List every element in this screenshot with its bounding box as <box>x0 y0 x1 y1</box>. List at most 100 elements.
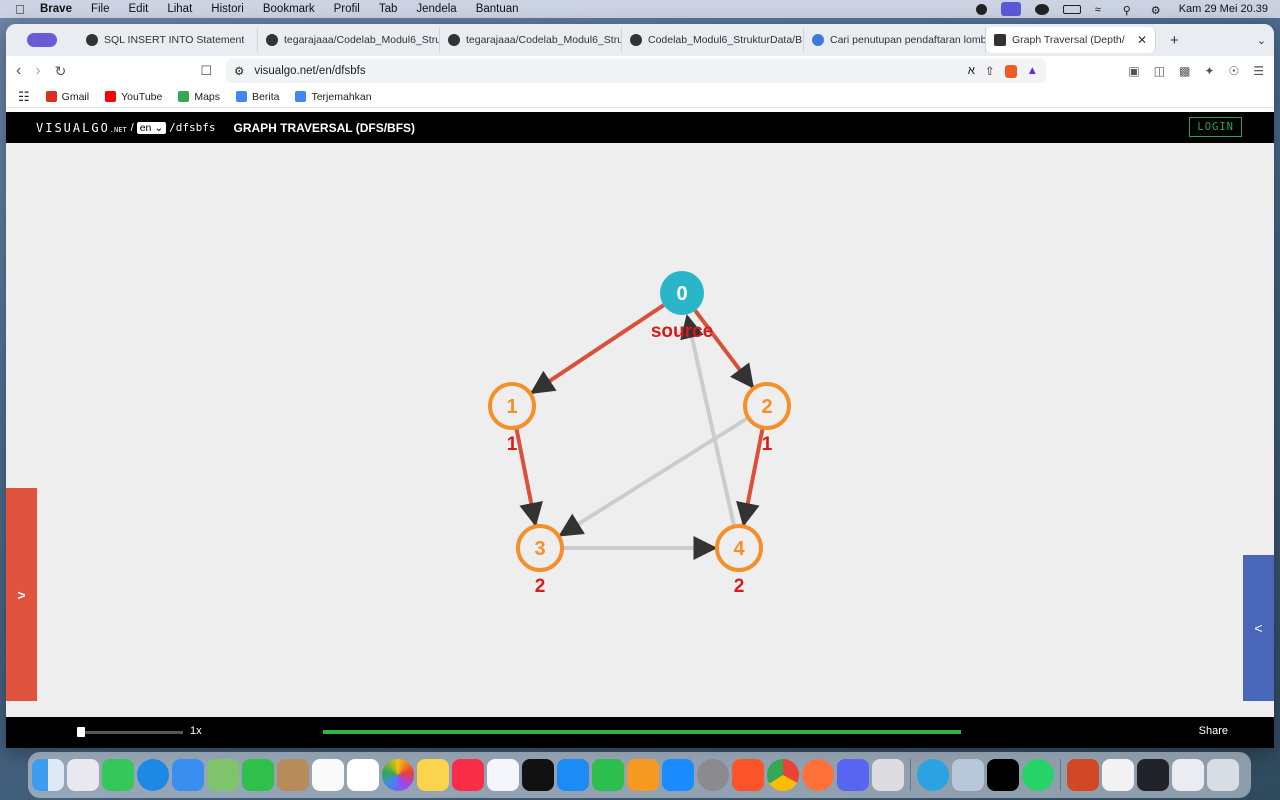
share-page-icon[interactable]: ⇧ <box>985 64 995 78</box>
tab-list-chevron-icon[interactable]: ⌄ <box>1257 34 1266 47</box>
youtube-icon <box>105 91 117 102</box>
bookmark-youtube[interactable]: YouTube <box>105 91 162 103</box>
close-tab-icon[interactable]: ✕ <box>1137 33 1147 47</box>
browser-window: SQL INSERT INTO Statement tegarajaaa/Cod… <box>6 24 1274 748</box>
system-settings-icon[interactable] <box>697 759 729 791</box>
numbers-icon[interactable] <box>592 759 624 791</box>
address-bar[interactable]: ⚙ visualgo.net/en/dfsbfs א ⇧ ▲ <box>226 59 1047 83</box>
language-select[interactable]: en ⌄ <box>136 121 167 134</box>
creative-cloud-icon[interactable] <box>1034 3 1049 15</box>
menu-edit[interactable]: Edit <box>129 3 149 15</box>
screenshot-thumbnail-icon[interactable] <box>1137 759 1169 791</box>
brave-rewards-icon[interactable]: ▲ <box>1027 65 1038 77</box>
firefox-icon[interactable] <box>802 759 834 791</box>
wifi-icon[interactable]: ≈ <box>1095 4 1109 16</box>
sidebar-toggle[interactable] <box>6 33 78 47</box>
telegram-icon[interactable] <box>917 759 949 791</box>
share-button[interactable]: Share <box>1199 725 1228 737</box>
menu-profile[interactable]: Profil <box>334 3 360 15</box>
clock[interactable]: Kam 29 Mei 20.39 <box>1179 3 1268 15</box>
forward-icon[interactable]: › <box>35 62 40 80</box>
finder-icon[interactable] <box>32 759 64 791</box>
tab-label: Graph Traversal (Depth/Bread <box>1012 34 1125 46</box>
menu-help[interactable]: Bantuan <box>476 3 519 15</box>
notes-icon[interactable] <box>417 759 449 791</box>
discord-icon[interactable] <box>837 759 869 791</box>
preview-icon[interactable] <box>952 759 984 791</box>
keynote-icon[interactable] <box>557 759 589 791</box>
tab-5[interactable]: Cari penutupan pendaftaran lomb <box>804 28 986 52</box>
battery-icon[interactable] <box>1062 4 1081 14</box>
tab-4[interactable]: Codelab_Modul6_StrukturData/B <box>622 28 804 52</box>
animation-progress[interactable] <box>323 730 961 734</box>
document-file-icon[interactable] <box>1102 759 1134 791</box>
whatsapp-icon[interactable] <box>1022 759 1054 791</box>
back-icon[interactable]: ‹ <box>16 62 21 80</box>
messages-icon[interactable] <box>102 759 134 791</box>
leo-ai-icon[interactable]: ✦ <box>1204 64 1214 78</box>
control-center-icon[interactable]: ⚙ <box>1151 4 1165 17</box>
url-text[interactable]: visualgo.net/en/dfsbfs <box>254 65 957 77</box>
controls-panel-toggle[interactable]: > <box>6 488 37 701</box>
menu-icon[interactable]: ☰ <box>1253 64 1264 78</box>
reload-icon[interactable]: ↻ <box>55 63 67 80</box>
menu-history[interactable]: Histori <box>211 3 244 15</box>
maps-app-icon[interactable] <box>207 759 239 791</box>
vertex-label-4: 4 <box>733 538 745 560</box>
safari-icon[interactable] <box>137 759 169 791</box>
menu-window[interactable]: Jendela <box>416 3 456 15</box>
record-icon[interactable] <box>975 3 987 15</box>
apple-icon[interactable]:  <box>0 2 40 17</box>
login-button[interactable]: LOGIN <box>1189 117 1242 137</box>
calendar-icon[interactable] <box>347 759 379 791</box>
downloads-folder-icon[interactable] <box>1172 759 1204 791</box>
sidebar-icon[interactable]: ◫ <box>1154 64 1165 78</box>
pages-icon[interactable] <box>627 759 659 791</box>
speed-slider-thumb[interactable] <box>77 727 85 737</box>
chrome-icon[interactable] <box>767 759 799 791</box>
screen-share-icon[interactable] <box>1000 2 1021 16</box>
menu-bookmark[interactable]: Bookmark <box>263 3 315 15</box>
visualgo-logo[interactable]: VISUALGO.NET <box>36 121 127 135</box>
powerpoint-file-icon[interactable] <box>1067 759 1099 791</box>
search-icon[interactable]: ⚲ <box>1123 4 1137 17</box>
bookmark-gmail[interactable]: Gmail <box>45 91 89 103</box>
app-store-icon[interactable] <box>662 759 694 791</box>
apple-tv-icon[interactable] <box>522 759 554 791</box>
tab-6-active[interactable]: Graph Traversal (Depth/Bread ✕ <box>986 27 1156 53</box>
bookmark-translate[interactable]: Terjemahkan <box>295 91 372 103</box>
reminders-icon[interactable] <box>312 759 344 791</box>
mail-icon[interactable] <box>172 759 204 791</box>
translate-icon[interactable]: א <box>968 65 975 77</box>
tab-2[interactable]: tegarajaaa/Codelab_Modul6_Stru <box>258 28 440 52</box>
site-settings-icon[interactable]: ⚙ <box>234 64 244 78</box>
menu-view[interactable]: Lihat <box>167 3 192 15</box>
bookmark-maps[interactable]: Maps <box>178 91 220 103</box>
extensions-icon[interactable]: ▣ <box>1128 64 1139 78</box>
menu-app-name[interactable]: Brave <box>40 3 72 15</box>
tab-1[interactable]: SQL INSERT INTO Statement <box>78 28 258 52</box>
facetime-icon[interactable] <box>242 759 274 791</box>
bookmark-news[interactable]: Berita <box>236 91 279 103</box>
launchpad-icon[interactable] <box>67 759 99 791</box>
menu-tab[interactable]: Tab <box>379 3 398 15</box>
freeform-icon[interactable] <box>487 759 519 791</box>
menu-file[interactable]: File <box>91 3 110 15</box>
bookmark-icon[interactable]: ☐ <box>200 63 212 79</box>
intellij-icon[interactable] <box>987 759 1019 791</box>
status-panel-toggle[interactable]: < <box>1243 555 1274 701</box>
trash-icon[interactable] <box>1207 759 1239 791</box>
wallet-icon[interactable]: ▩ <box>1179 64 1190 78</box>
tab-3[interactable]: tegarajaaa/Codelab_Modul6_Stru <box>440 28 622 52</box>
speed-slider-track[interactable] <box>79 731 183 734</box>
contacts-icon[interactable] <box>277 759 309 791</box>
brave-icon[interactable] <box>732 759 764 791</box>
music-icon[interactable] <box>452 759 484 791</box>
photos-icon[interactable] <box>382 759 414 791</box>
brave-shields-icon[interactable] <box>1004 64 1017 78</box>
apps-grid-icon[interactable]: ☷ <box>18 89 30 105</box>
profile-icon <box>27 33 57 47</box>
iphone-mirroring-icon[interactable] <box>872 759 904 791</box>
new-tab-button[interactable]: + <box>1170 32 1179 49</box>
vpn-icon[interactable]: ☉ <box>1228 64 1239 78</box>
